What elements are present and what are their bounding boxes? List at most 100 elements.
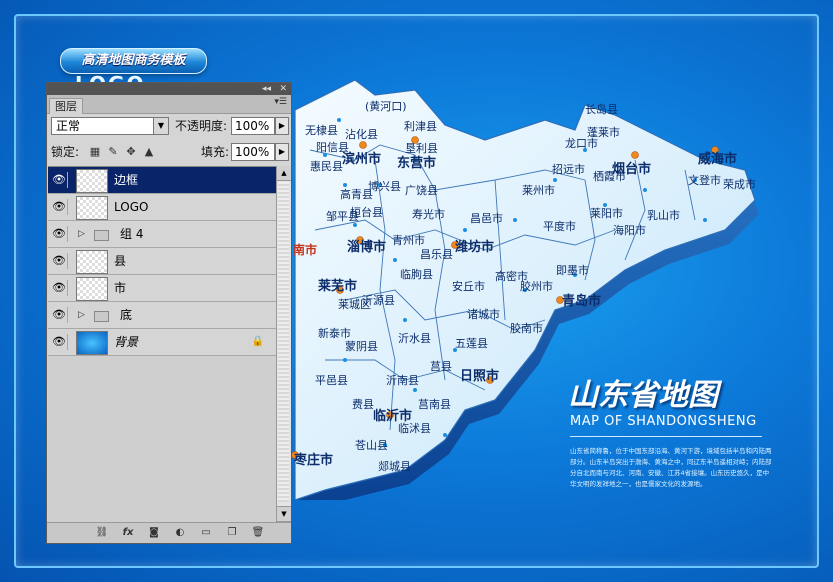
title-divider (570, 436, 762, 437)
layer-row[interactable]: 👁 LOGO (48, 194, 276, 221)
layer-thumbnail (76, 250, 108, 274)
county-label: 无棣县 (305, 124, 338, 137)
county-label: 栖霞市 (593, 170, 626, 183)
scroll-up-icon[interactable]: ▲ (277, 166, 291, 181)
layer-row[interactable]: 👁 市 (48, 275, 276, 302)
blend-mode-select[interactable]: 正常 ▼ (51, 117, 169, 135)
county-label: 招远市 (552, 163, 585, 176)
layers-scrollbar[interactable]: ▲ ▼ (276, 166, 291, 522)
county-label: 即墨市 (556, 264, 589, 277)
county-label: 寿光市 (412, 208, 445, 221)
panel-menu-icon[interactable]: ▾☰ (274, 97, 287, 107)
layer-row[interactable]: 👁 背景 🔒 (48, 329, 276, 356)
panel-titlebar[interactable]: ◂◂ ✕ (47, 83, 291, 95)
fx-icon[interactable]: fx (121, 526, 135, 540)
lock-transparent-icon[interactable]: ▦ (89, 146, 101, 158)
county-label: 高青县 (340, 188, 373, 201)
eye-icon[interactable]: 👁 (51, 307, 68, 323)
eye-icon[interactable]: 👁 (51, 253, 68, 269)
county-label: 五莲县 (455, 337, 488, 350)
lock-position-icon[interactable]: ✥ (125, 146, 137, 158)
lock-label: 锁定: (51, 145, 80, 159)
city-label: 淄博市 (347, 240, 387, 255)
trash-icon[interactable]: 🗑 (251, 526, 265, 540)
layer-row[interactable]: 👁 县 (48, 248, 276, 275)
new-layer-icon[interactable]: ❐ (225, 526, 239, 540)
county-label: 邹平县 (326, 210, 359, 223)
city-label: 南市 (293, 243, 318, 257)
county-label: 苍山县 (355, 439, 388, 452)
folder-icon (94, 311, 109, 322)
eye-icon[interactable]: 👁 (51, 172, 68, 188)
mask-icon[interactable]: ◙ (147, 526, 161, 540)
panel-tabs: 图层 ▾☰ (47, 95, 291, 114)
chevron-down-icon[interactable]: ▼ (153, 118, 168, 134)
layers-panel[interactable]: ◂◂ ✕ 图层 ▾☰ 正常 ▼ 不透明度: 100% ▶ 锁定: ▦ ✎ ✥ ▲… (46, 82, 292, 544)
county-label: 广饶县 (405, 184, 438, 197)
lock-all-icon[interactable]: ▲ (143, 146, 155, 158)
county-label: 莒县 (430, 360, 452, 373)
county-label: 高密市 (495, 270, 528, 283)
layer-name: 市 (114, 281, 127, 295)
lock-image-icon[interactable]: ✎ (107, 146, 119, 158)
fill-slider-button[interactable]: ▶ (275, 143, 289, 161)
template-banner-text: 高清地图商务模板 (81, 53, 186, 68)
layer-name: 边框 (114, 173, 139, 187)
layer-thumbnail (76, 331, 108, 355)
layer-thumbnail (76, 277, 108, 301)
folder-icon (94, 230, 109, 241)
county-label: 昌邑市 (470, 212, 503, 225)
county-label: 乳山市 (647, 209, 680, 222)
group-row[interactable]: 👁 ▷ 底 (48, 302, 276, 329)
expand-triangle-icon[interactable]: ▷ (78, 302, 85, 328)
eye-icon[interactable]: 👁 (51, 280, 68, 296)
county-label: 郯城县 (378, 460, 411, 473)
layer-name: 背景 (114, 335, 139, 349)
city-label: 青岛市 (562, 294, 602, 309)
city-label: 潍坊市 (455, 240, 495, 255)
scroll-down-icon[interactable]: ▼ (277, 506, 291, 522)
blend-opacity-row: 正常 ▼ 不透明度: 100% ▶ (51, 117, 289, 137)
folder-icon[interactable]: ▭ (199, 526, 213, 540)
county-label: 莱城区 (338, 298, 371, 311)
opacity-input[interactable]: 100% (231, 117, 275, 135)
expand-triangle-icon[interactable]: ▷ (78, 221, 85, 247)
county-label: 沂水县 (398, 332, 431, 345)
county-label: 胶南市 (510, 322, 543, 335)
layers-list: 👁 边框 👁 LOGO 👁 ▷ 组 4 👁 县 👁 市 👁 ▷ 底 👁 背景 🔒 (48, 166, 276, 523)
collapse-icon[interactable]: ◂◂ (262, 83, 271, 95)
map-title-cn: 山东省地图 (568, 378, 718, 413)
close-icon[interactable]: ✕ (279, 83, 287, 95)
eye-icon[interactable]: 👁 (51, 334, 68, 350)
county-label: 诸城市 (467, 308, 500, 321)
county-label: 阳信县 (316, 141, 349, 154)
county-label: (黄河口) (365, 100, 407, 113)
county-label: 新泰市 (318, 327, 351, 340)
county-label: 文登市 (688, 174, 721, 187)
city-label: 莱芜市 (318, 279, 358, 294)
county-label: 沂南县 (386, 374, 419, 387)
county-label: 昌乐县 (420, 248, 453, 261)
county-label: 临朐县 (400, 268, 433, 281)
tab-layers[interactable]: 图层 (49, 98, 83, 114)
panel-bottom-toolbar: ⛓ fx ◙ ◐ ▭ ❐ 🗑 (47, 522, 291, 543)
blend-mode-value: 正常 (56, 119, 81, 133)
fill-input[interactable]: 100% (231, 143, 275, 161)
opacity-slider-button[interactable]: ▶ (275, 117, 289, 135)
layer-thumbnail (76, 169, 108, 193)
group-row[interactable]: 👁 ▷ 组 4 (48, 221, 276, 248)
county-label: 平度市 (543, 220, 576, 233)
fill-label: 填充: (201, 145, 230, 159)
eye-icon[interactable]: 👁 (51, 226, 68, 242)
county-label: 平邑县 (315, 374, 348, 387)
adjustment-icon[interactable]: ◐ (173, 526, 187, 540)
scroll-thumb[interactable] (278, 182, 289, 502)
county-label: 惠民县 (310, 160, 343, 173)
map-description: 山东省简称鲁，位于中国东部沿海、黄河下游，境域包括半岛和内陆两部分。山东半岛突出… (570, 447, 772, 488)
county-label: 海阳市 (613, 224, 646, 237)
eye-icon[interactable]: 👁 (51, 199, 68, 215)
county-label: 荣成市 (723, 178, 756, 191)
link-icon[interactable]: ⛓ (95, 526, 109, 540)
city-label: 日照市 (460, 369, 500, 384)
layer-row[interactable]: 👁 边框 (48, 167, 276, 194)
